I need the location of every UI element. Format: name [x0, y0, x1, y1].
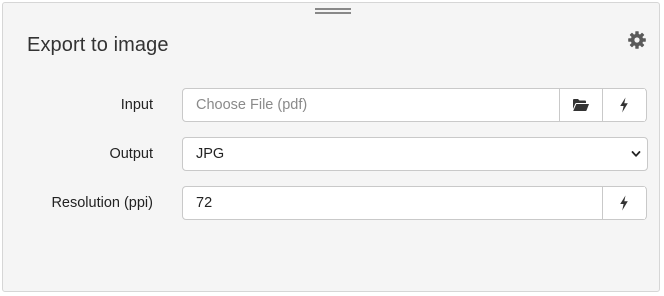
resolution-label: Resolution (ppi): [51, 195, 153, 211]
folder-open-icon: [573, 99, 589, 111]
drag-handle-icon[interactable]: [315, 7, 351, 15]
file-input-placeholder: Choose File (pdf): [196, 97, 308, 113]
chevron-down-icon: [631, 151, 641, 157]
drag-handle-bar: [315, 12, 351, 14]
output-label: Output: [109, 146, 153, 162]
file-input[interactable]: Choose File (pdf): [182, 88, 647, 122]
resolution-value: 72: [196, 195, 213, 211]
input-label: Input: [120, 97, 153, 113]
export-panel: Export to image Input Choose File (pdf): [2, 2, 660, 292]
drag-handle-bar: [315, 8, 351, 10]
browse-file-button[interactable]: [559, 89, 602, 121]
lightning-icon: [620, 97, 628, 113]
lightning-icon: [620, 195, 628, 211]
gear-icon[interactable]: [627, 30, 647, 50]
quick-action-button[interactable]: [602, 89, 645, 121]
resolution-quick-button[interactable]: [602, 187, 645, 219]
output-format-select[interactable]: JPG: [182, 137, 648, 171]
panel-title: Export to image: [27, 34, 169, 56]
resolution-input[interactable]: 72: [182, 186, 647, 220]
output-format-value: JPG: [196, 146, 225, 162]
